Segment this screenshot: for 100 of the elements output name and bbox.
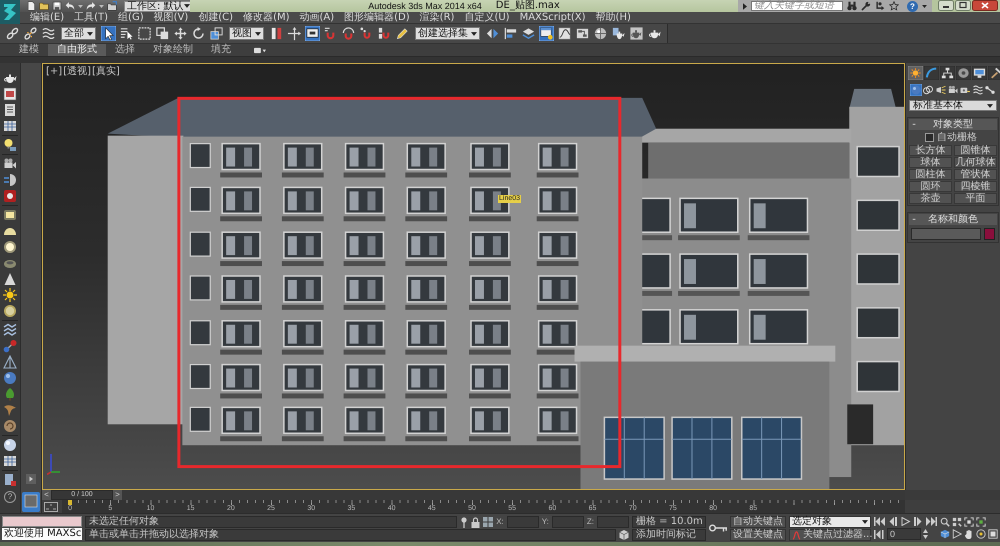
menu-item[interactable]: 工具(T) <box>69 12 114 23</box>
circles-icon[interactable] <box>922 84 934 96</box>
sphere-icon[interactable] <box>3 438 17 452</box>
mirror-icon[interactable] <box>485 26 500 41</box>
caret-icon[interactable] <box>922 4 927 8</box>
pin-icon[interactable] <box>460 516 468 528</box>
rollout-header[interactable]: - 对象类型 <box>909 119 997 130</box>
pyramid-icon[interactable] <box>3 355 17 369</box>
sphere-icon[interactable] <box>3 371 17 385</box>
align-icon[interactable] <box>503 26 518 41</box>
menu-item[interactable]: 修改器(M) <box>238 12 294 23</box>
star-icon[interactable] <box>889 1 899 11</box>
pencil-icon[interactable] <box>395 26 410 41</box>
menu-item[interactable]: 视图(V) <box>148 12 194 23</box>
table-grid-icon[interactable] <box>3 454 17 468</box>
table-grid-icon[interactable] <box>3 119 17 133</box>
help-button[interactable]: ? <box>907 0 918 12</box>
teapot-frame-icon[interactable] <box>629 26 644 41</box>
pivot-bars-icon[interactable] <box>269 26 284 41</box>
ribbon-tab[interactable]: 选择 <box>106 44 144 56</box>
wave-lines-icon[interactable] <box>41 26 56 41</box>
display-menu-icon[interactable] <box>254 46 266 54</box>
play-icon[interactable] <box>900 517 911 526</box>
rotate-arrow-icon[interactable] <box>191 26 206 41</box>
frame-corners-icon[interactable] <box>964 516 974 527</box>
curve-frame-icon[interactable] <box>44 502 58 512</box>
ribbon-tab[interactable]: 自由形式 <box>48 44 106 56</box>
help-button[interactable]: ? <box>4 491 16 503</box>
object-type-button[interactable]: 几何球体 <box>954 157 997 168</box>
category-dropdown[interactable]: 标准基本体 <box>909 100 997 111</box>
auto-key-button[interactable]: 自动关键点 <box>730 516 786 528</box>
zigzag-lines-icon[interactable] <box>3 323 17 337</box>
key-mode-dropdown[interactable]: 选定对象 <box>789 516 871 528</box>
menu-item[interactable]: 渲染(R) <box>414 12 460 23</box>
select-cursor-icon[interactable] <box>101 26 116 41</box>
flashlight-icon[interactable] <box>934 84 947 96</box>
funnel-icon[interactable] <box>3 403 17 417</box>
exchange-arrow-icon[interactable] <box>875 1 885 11</box>
color-swatch[interactable] <box>984 228 995 240</box>
object-type-button[interactable]: 平面 <box>954 193 997 204</box>
cone-icon[interactable] <box>3 272 17 286</box>
sun-icon[interactable] <box>908 66 923 80</box>
camera-icon[interactable] <box>946 84 959 96</box>
frame-corners-icon[interactable] <box>976 516 986 527</box>
next-frame-button[interactable]: > <box>113 490 122 500</box>
menu-item[interactable]: 创建(C) <box>193 12 238 23</box>
object-type-button[interactable]: 圆柱体 <box>909 169 952 180</box>
time-tag-field[interactable]: 添加时间标记 <box>632 529 706 541</box>
workspace-dropdown[interactable]: 工作区: 默认 <box>124 0 193 12</box>
object-type-button[interactable]: 圆环 <box>909 181 952 192</box>
orbit-icon[interactable] <box>976 529 986 540</box>
menu-item[interactable]: 图形编辑器(D) <box>339 12 415 23</box>
object-type-button[interactable]: 茶壶 <box>909 193 952 204</box>
layers-icon[interactable] <box>521 26 536 41</box>
object-type-button[interactable]: 圆锥体 <box>954 145 997 156</box>
spinner-icon[interactable] <box>923 528 928 540</box>
list-cursor-icon[interactable] <box>119 26 134 41</box>
previous-frame-button[interactable]: < <box>42 490 51 500</box>
ribbon-tab[interactable]: 填充 <box>202 44 240 56</box>
viewport-menu[interactable]: [真实] <box>92 66 120 78</box>
key-mode-icon[interactable] <box>874 530 885 538</box>
name-field[interactable] <box>911 228 981 240</box>
collapse-toggle[interactable]: - <box>909 214 919 225</box>
dashed-rectangle-icon[interactable] <box>137 26 152 41</box>
menu-item[interactable]: 自定义(U) <box>459 12 515 23</box>
close-icon[interactable] <box>972 0 998 11</box>
document-icon[interactable] <box>3 473 17 487</box>
triangle-outline-icon[interactable] <box>952 529 962 540</box>
half-sphere-icon[interactable] <box>3 173 17 187</box>
frame-field[interactable]: 0 <box>887 528 921 540</box>
viewport-thumbnail-icon[interactable] <box>22 492 40 512</box>
document-list-icon[interactable] <box>3 103 17 117</box>
spiral-shell-icon[interactable] <box>3 419 17 433</box>
app-logo-icon[interactable] <box>0 0 20 24</box>
undo-arrow-icon[interactable] <box>65 1 75 11</box>
scale-squares-icon[interactable] <box>209 26 224 41</box>
lock-icon[interactable] <box>471 516 480 528</box>
restore-icon[interactable] <box>955 0 971 11</box>
schematic-icon[interactable] <box>575 26 590 41</box>
magnifier-icon[interactable] <box>940 516 950 527</box>
go-to-start-icon[interactable] <box>874 517 885 526</box>
disc-icon[interactable] <box>3 304 17 318</box>
molecule-icon[interactable] <box>3 339 17 353</box>
broken-chain-icon[interactable] <box>23 26 38 41</box>
cube-icon[interactable] <box>619 530 629 540</box>
redo-arrow-icon[interactable] <box>86 1 96 11</box>
object-type-button[interactable]: 长方体 <box>909 145 952 156</box>
glowing-rectangle-icon[interactable] <box>3 208 17 222</box>
wave-lines-icon[interactable] <box>972 84 984 96</box>
minimize-icon[interactable] <box>938 0 954 11</box>
render-window-icon[interactable] <box>3 87 17 101</box>
rollout-header[interactable]: - 名称和颜色 <box>909 214 997 225</box>
light-bulb-icon[interactable] <box>3 138 17 152</box>
tree-icon[interactable] <box>3 387 17 401</box>
object-type-button[interactable]: 四棱锥 <box>954 181 997 192</box>
menu-item[interactable]: 编辑(E) <box>25 12 70 23</box>
viewport-menu[interactable]: [透视] <box>63 66 91 78</box>
bone-links-icon[interactable] <box>984 84 996 96</box>
filter-dropdown[interactable]: 全部 <box>61 27 96 40</box>
project-folder-icon[interactable] <box>107 1 117 11</box>
